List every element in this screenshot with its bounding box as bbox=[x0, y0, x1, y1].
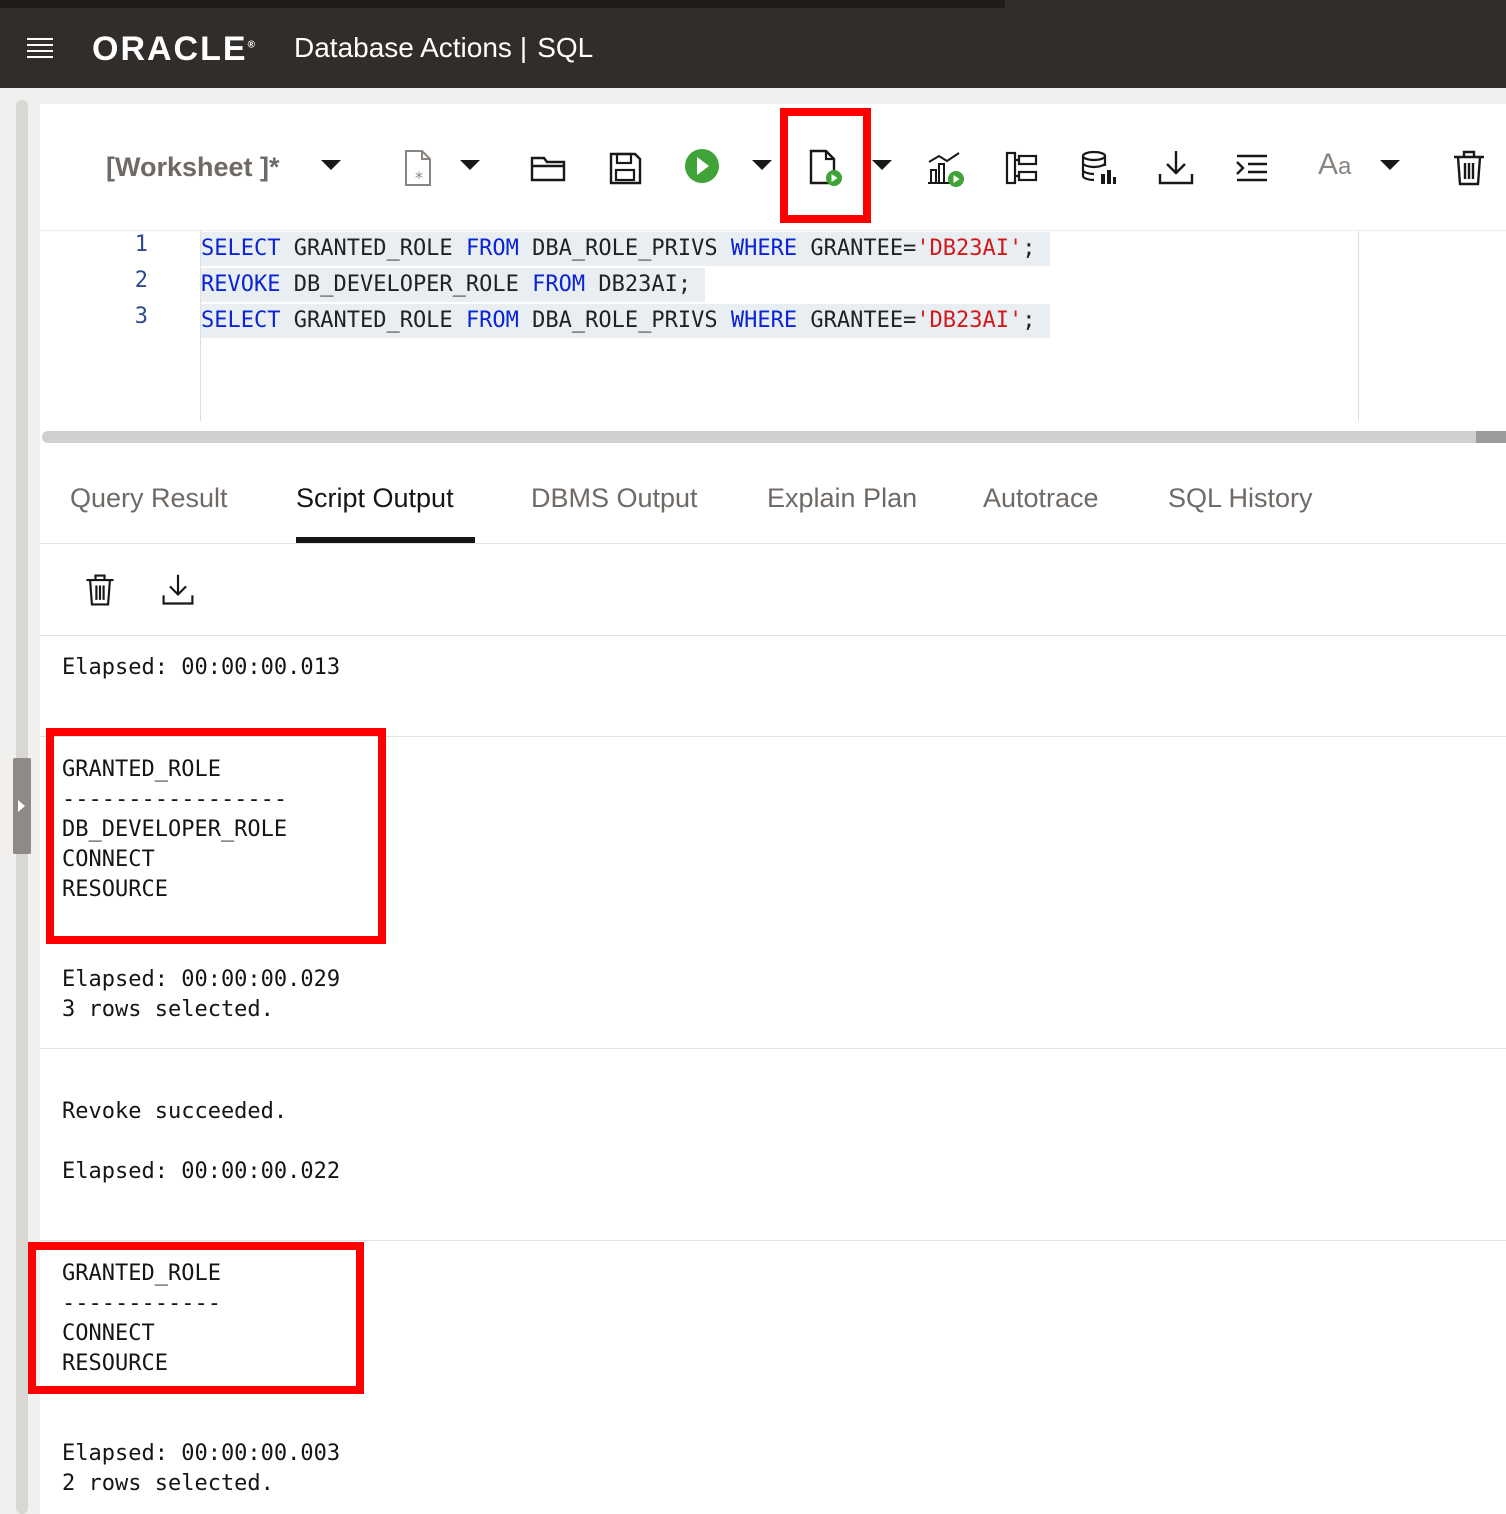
svg-text:*: * bbox=[415, 168, 423, 187]
code-area[interactable]: SELECT GRANTED_ROLE FROM DBA_ROLE_PRIVS … bbox=[201, 231, 1359, 421]
section-name: SQL bbox=[537, 32, 594, 63]
font-case-icon[interactable]: Aa bbox=[1318, 148, 1358, 188]
line-number: 2 bbox=[134, 268, 148, 293]
editor-horizontal-scrollbar[interactable] bbox=[42, 431, 1506, 443]
code-line[interactable]: REVOKE DB_DEVELOPER_ROLE FROM DB23AI; bbox=[201, 268, 706, 302]
elapsed-text: Elapsed: 00:00:00.013 bbox=[62, 655, 341, 680]
worksheet-toolbar: [Worksheet ]* * Aa bbox=[40, 104, 1506, 230]
run-dropdown-icon[interactable] bbox=[752, 160, 772, 170]
new-file-dropdown-icon[interactable] bbox=[460, 160, 480, 170]
result-1-highlight bbox=[46, 728, 386, 944]
elapsed-text: Elapsed: 00:00:00.022 bbox=[62, 1159, 341, 1184]
line-number-gutter: 1 2 3 bbox=[40, 231, 201, 421]
font-case-dropdown-icon[interactable] bbox=[1380, 160, 1400, 170]
new-file-icon[interactable]: * bbox=[398, 148, 438, 188]
autotrace-icon[interactable] bbox=[925, 148, 965, 188]
code-line[interactable]: SELECT GRANTED_ROLE FROM DBA_ROLE_PRIVS … bbox=[201, 232, 1050, 266]
result-2-highlight bbox=[28, 1242, 364, 1394]
tab-query-result[interactable]: Query Result bbox=[70, 483, 228, 514]
line-number: 1 bbox=[134, 232, 148, 257]
elapsed-text: Elapsed: 00:00:00.029 bbox=[62, 967, 341, 992]
run-script-dropdown-icon[interactable] bbox=[872, 160, 892, 170]
sql-editor[interactable]: 1 2 3 SELECT GRANTED_ROLE FROM DBA_ROLE_… bbox=[40, 230, 1506, 443]
download-icon[interactable] bbox=[1156, 148, 1196, 188]
worksheet-panel: [Worksheet ]* * Aa 1 2 3 SELECT GRANTED_… bbox=[28, 104, 1506, 1514]
download-output-icon[interactable] bbox=[160, 572, 196, 608]
worksheet-title[interactable]: [Worksheet ]* bbox=[106, 152, 280, 183]
app-title: Database Actions | SQL bbox=[294, 32, 593, 64]
sql-tuning-icon[interactable] bbox=[1078, 148, 1118, 188]
output-separator bbox=[40, 1048, 1506, 1049]
header-strip bbox=[0, 0, 1005, 8]
output-toolbar bbox=[40, 544, 1506, 636]
tab-dbms-output[interactable]: DBMS Output bbox=[531, 483, 698, 514]
active-tab-indicator bbox=[296, 537, 475, 543]
tab-explain-plan[interactable]: Explain Plan bbox=[767, 483, 917, 514]
tab-sql-history[interactable]: SQL History bbox=[1168, 483, 1313, 514]
rows-selected-text: 3 rows selected. bbox=[62, 997, 274, 1022]
app-header: ORACLE® Database Actions | SQL bbox=[0, 0, 1506, 88]
revoke-message: Revoke succeeded. bbox=[62, 1099, 288, 1124]
output-separator bbox=[40, 1240, 1506, 1241]
line-number: 3 bbox=[134, 304, 148, 329]
elapsed-text: Elapsed: 00:00:00.003 bbox=[62, 1441, 341, 1466]
clear-output-icon[interactable] bbox=[82, 572, 118, 608]
menu-icon[interactable] bbox=[27, 38, 53, 58]
open-folder-icon[interactable] bbox=[528, 148, 568, 188]
code-line[interactable]: SELECT GRANTED_ROLE FROM DBA_ROLE_PRIVS … bbox=[201, 304, 1050, 338]
scrollbar-thumb[interactable] bbox=[1476, 431, 1506, 443]
app-name: Database Actions bbox=[294, 32, 512, 63]
run-script-highlight bbox=[780, 108, 871, 223]
run-statement-icon[interactable] bbox=[682, 146, 722, 186]
save-icon[interactable] bbox=[605, 148, 645, 188]
rows-selected-text: 2 rows selected. bbox=[62, 1471, 274, 1496]
worksheet-dropdown-icon[interactable] bbox=[321, 160, 341, 170]
tab-script-output[interactable]: Script Output bbox=[296, 483, 454, 514]
trash-icon[interactable] bbox=[1449, 148, 1489, 188]
tab-autotrace[interactable]: Autotrace bbox=[983, 483, 1099, 514]
oracle-logo: ORACLE® bbox=[92, 30, 257, 68]
expand-navigator-handle[interactable] bbox=[13, 758, 31, 854]
format-icon[interactable] bbox=[1232, 148, 1272, 188]
explain-plan-icon[interactable] bbox=[1002, 148, 1042, 188]
result-tabs: Query Result Script Output DBMS Output E… bbox=[40, 458, 1506, 544]
title-separator: | bbox=[519, 32, 528, 63]
